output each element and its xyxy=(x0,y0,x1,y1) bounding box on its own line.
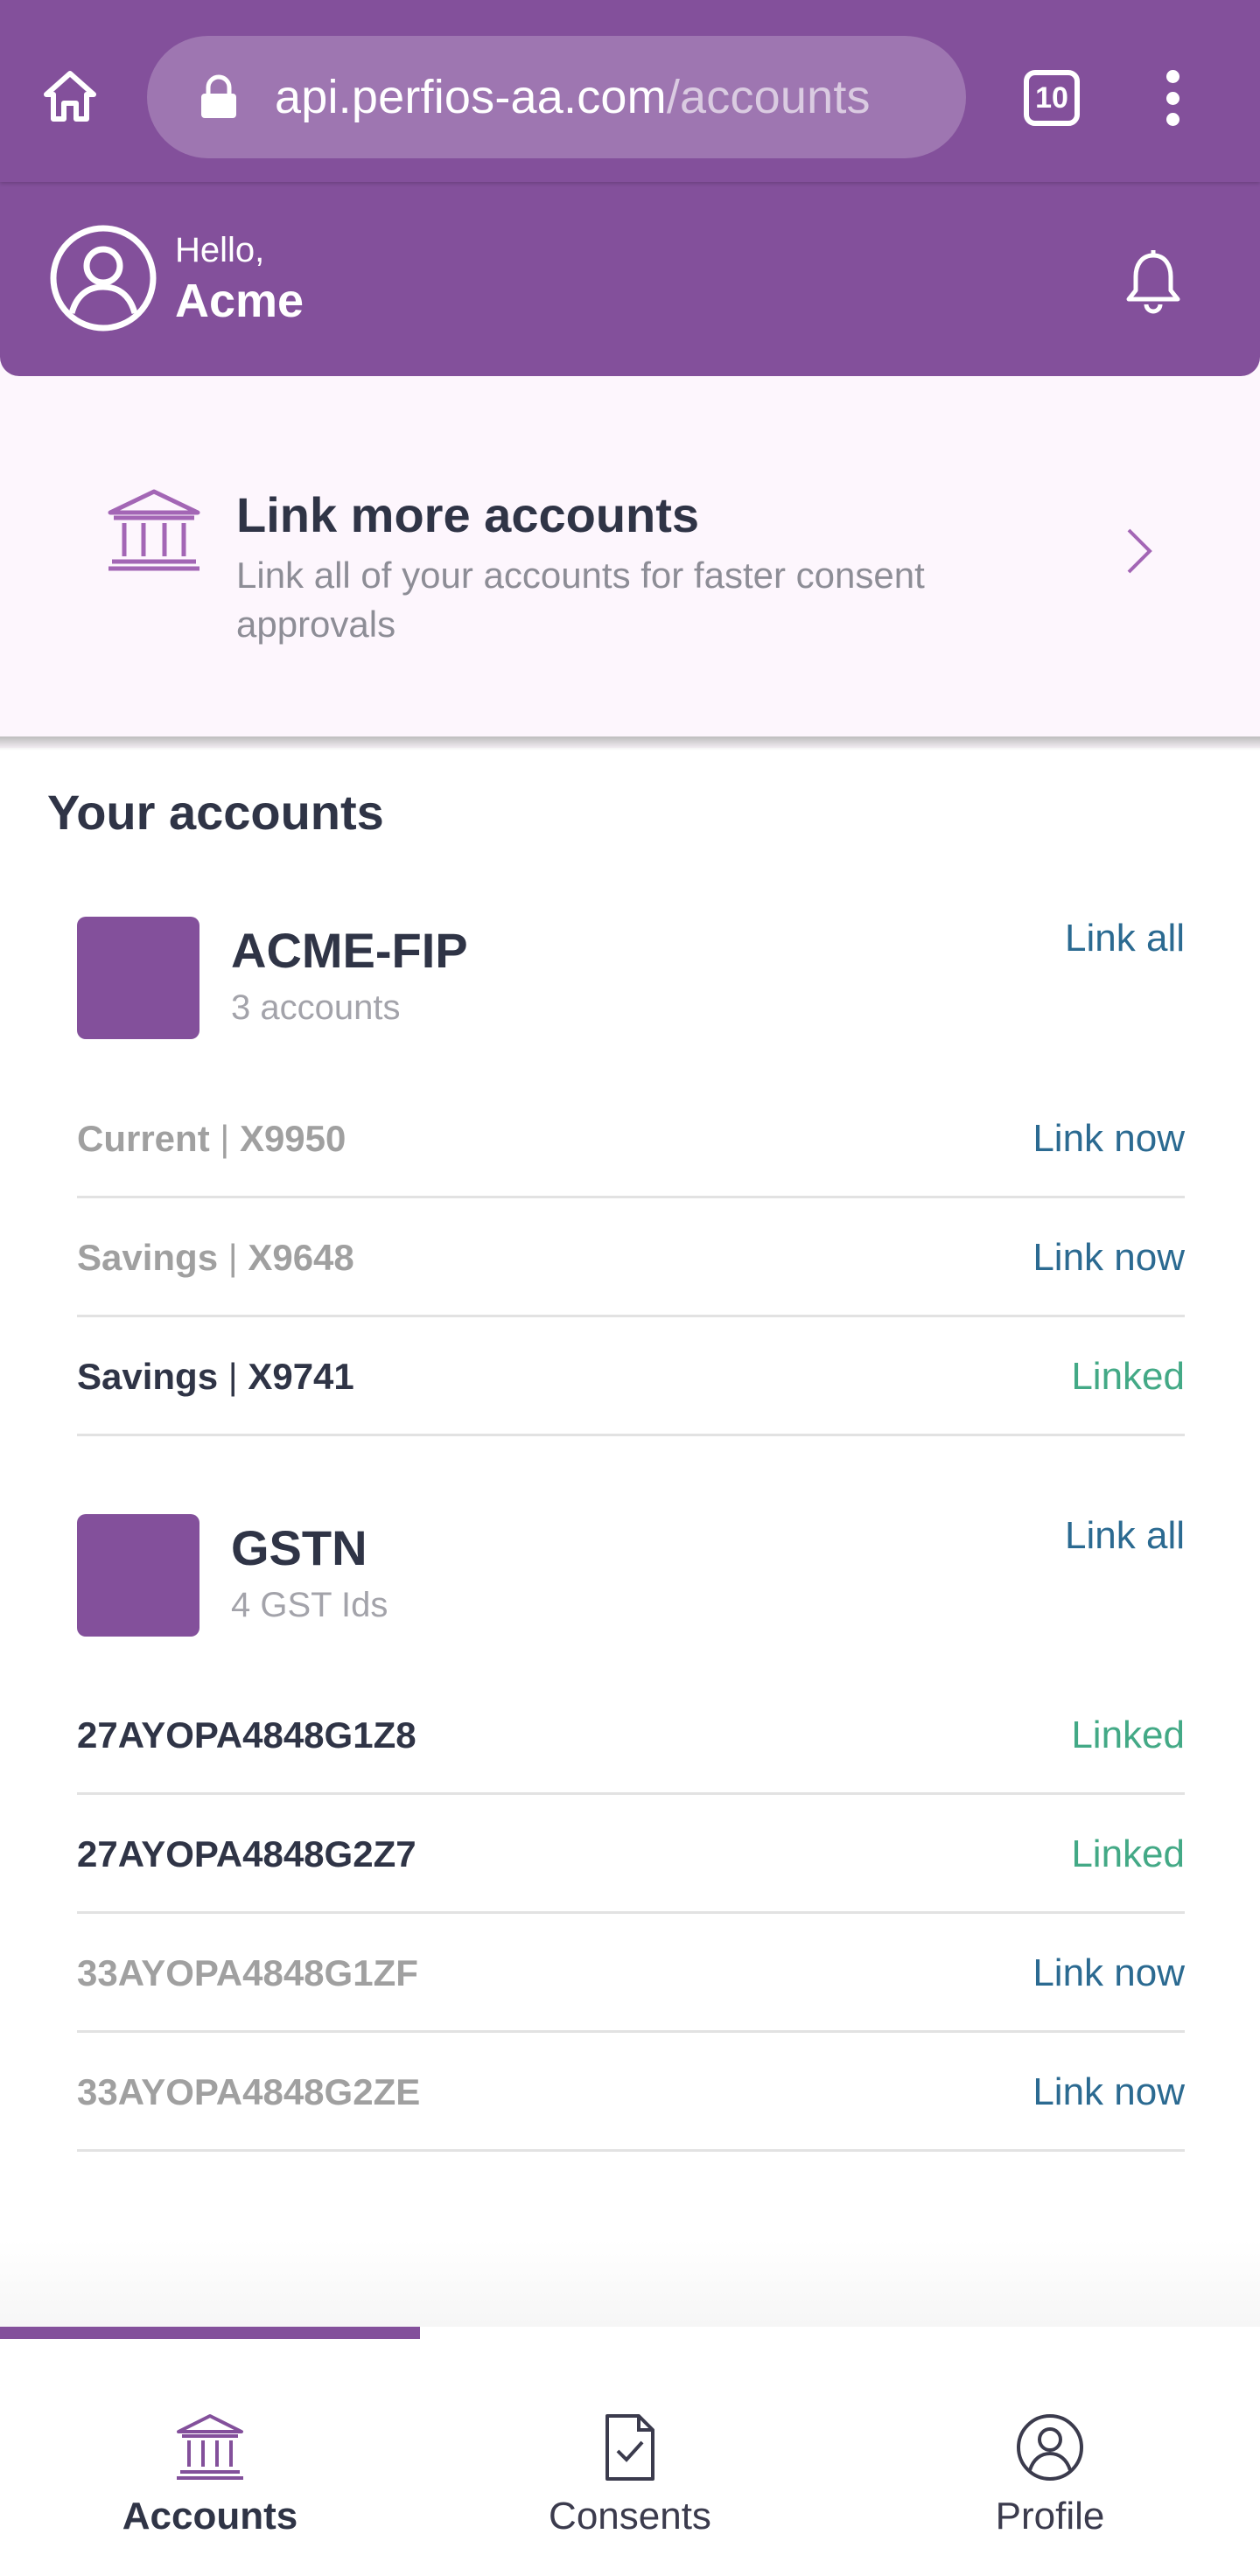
bell-icon[interactable] xyxy=(1122,248,1185,318)
link-more-accounts-button[interactable]: Link more accounts Link all of your acco… xyxy=(0,376,1260,748)
tabs-button[interactable]: 10 xyxy=(1024,70,1080,126)
accounts-section-title: Your accounts xyxy=(47,785,384,840)
url-path: /accounts xyxy=(666,71,871,123)
nav-label: Accounts xyxy=(122,2495,298,2538)
lock-icon xyxy=(201,74,236,118)
app-header: Hello, Acme xyxy=(0,182,1260,376)
account-label: 27AYOPA4848G1Z8 xyxy=(77,1714,416,1756)
bank-icon xyxy=(177,2414,243,2480)
avatar-icon[interactable] xyxy=(49,224,158,332)
linked-status: Linked xyxy=(1071,1714,1185,1756)
link-more-banner: Link more accounts Link all of your acco… xyxy=(0,357,1260,748)
account-row: Savings | X9741 Linked xyxy=(77,1317,1185,1436)
nav-item-profile[interactable]: Profile xyxy=(840,2339,1260,2576)
more-vert-icon[interactable] xyxy=(1146,66,1199,129)
user-circle-icon xyxy=(1017,2414,1083,2481)
account-label: 33AYOPA4848G1ZF xyxy=(77,1952,418,1993)
nav-label: Consents xyxy=(549,2495,711,2538)
account-row: 33AYOPA4848G2ZE Link now xyxy=(77,2033,1185,2152)
account-row: 33AYOPA4848G1ZF Link now xyxy=(77,1914,1185,2033)
link-all-button[interactable]: Link all xyxy=(1065,1514,1185,1558)
url-text: api.perfios-aa.com/accounts xyxy=(275,36,871,158)
link-now-button[interactable]: Link now xyxy=(1032,1914,1185,2033)
account-label: Current | X9950 xyxy=(77,1118,346,1159)
fip-name: GSTN xyxy=(231,1520,368,1575)
account-label: 27AYOPA4848G2Z7 xyxy=(77,1833,416,1874)
url-domain: api.perfios-aa.com xyxy=(275,71,667,123)
nav-active-indicator xyxy=(0,2327,420,2339)
link-more-subtitle: Link all of your accounts for faster con… xyxy=(236,555,925,645)
account-row: Current | X9950 Link now xyxy=(77,1079,1185,1198)
bank-icon xyxy=(108,489,200,571)
nav-item-consents[interactable]: Consents xyxy=(420,2339,840,2576)
home-button[interactable] xyxy=(38,65,102,128)
link-all-button[interactable]: Link all xyxy=(1065,917,1185,960)
home-icon xyxy=(44,71,96,122)
bottom-fade xyxy=(0,2239,1260,2327)
account-label: 33AYOPA4848G2ZE xyxy=(77,2071,421,2112)
browser-toolbar: api.perfios-aa.com/accounts 10 xyxy=(0,0,1260,182)
account-label: Savings | X9648 xyxy=(77,1237,354,1278)
banner-divider xyxy=(0,736,1260,750)
document-check-icon xyxy=(606,2414,654,2481)
account-row: Savings | X9648 Link now xyxy=(77,1198,1185,1317)
nav-item-accounts[interactable]: Accounts xyxy=(0,2339,420,2576)
link-now-button[interactable]: Link now xyxy=(1032,1079,1185,1198)
greeting-hello: Hello, xyxy=(175,231,265,269)
user-name: Acme xyxy=(175,275,304,327)
link-more-title: Link more accounts xyxy=(236,487,700,542)
link-now-button[interactable]: Link now xyxy=(1032,1198,1185,1317)
link-now-button[interactable]: Link now xyxy=(1032,2033,1185,2152)
bottom-nav: Accounts Consents Profile xyxy=(0,2327,1260,2576)
account-row: 27AYOPA4848G2Z7 Linked xyxy=(77,1795,1185,1914)
linked-status: Linked xyxy=(1071,1355,1185,1398)
account-row: 27AYOPA4848G1Z8 Linked xyxy=(77,1676,1185,1795)
account-label: Savings | X9741 xyxy=(77,1356,354,1397)
chevron-right-icon xyxy=(1127,528,1152,574)
fip-account-count: 4 GST Ids xyxy=(231,1586,388,1624)
fip-account-count: 3 accounts xyxy=(231,988,401,1027)
fip-logo xyxy=(77,1514,200,1637)
address-bar[interactable]: api.perfios-aa.com/accounts xyxy=(147,36,966,158)
page: api.perfios-aa.com/accounts 10 Hello, Ac… xyxy=(0,0,1260,2576)
nav-label: Profile xyxy=(995,2495,1105,2538)
fip-logo xyxy=(77,917,200,1039)
linked-status: Linked xyxy=(1071,1833,1185,1875)
fip-name: ACME-FIP xyxy=(231,923,468,978)
